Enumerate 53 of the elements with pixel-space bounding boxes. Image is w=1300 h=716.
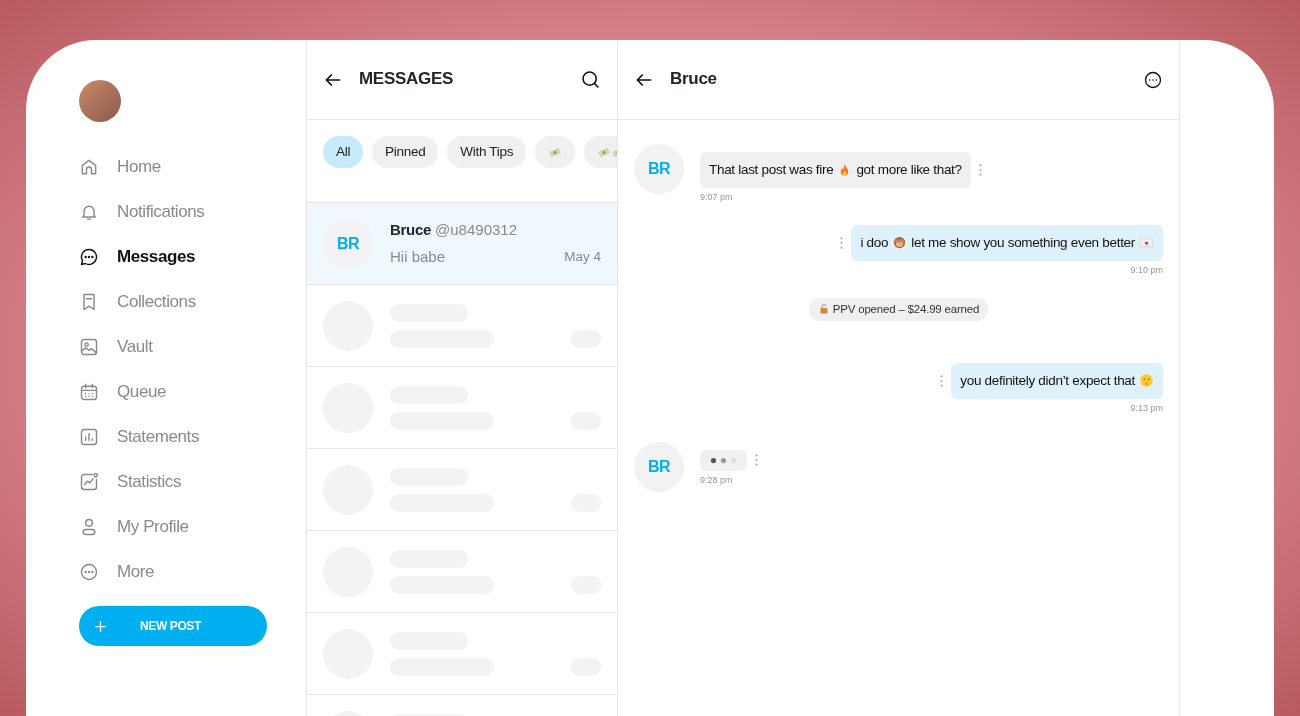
nav-item[interactable]: Collections <box>79 279 306 324</box>
nav-item[interactable]: Queue <box>79 369 306 414</box>
conversation-item[interactable]: BR Bruce @u8490312 Hii babe May 4 <box>307 203 617 285</box>
more-options-icon <box>978 164 982 177</box>
more-icon <box>79 561 99 582</box>
monkey-icon <box>892 235 908 251</box>
message-time: 9:10 pm <box>1130 264 1163 277</box>
panel-title: MESSAGES <box>359 69 454 90</box>
bar-chart-icon <box>79 426 99 447</box>
message-date: May 4 <box>564 247 601 266</box>
nav-item[interactable]: Notifications <box>79 189 306 234</box>
face-icon <box>1139 373 1154 389</box>
filter-chip[interactable] <box>535 136 576 168</box>
more-options-icon <box>840 236 844 249</box>
plus-icon <box>93 618 108 634</box>
chat-icon <box>79 246 99 267</box>
nav-item[interactable]: Statements <box>79 414 306 459</box>
more-options-icon <box>1143 69 1163 90</box>
envelope-icon <box>1139 235 1154 251</box>
message-text: i doo <box>860 233 889 252</box>
nav-item[interactable]: Vault <box>79 324 306 369</box>
trend-chart-icon <box>79 471 99 492</box>
filter-chip[interactable]: All <box>323 136 364 168</box>
new-post-button[interactable]: NEW POST <box>79 606 267 646</box>
message-text: PPV opened – $24.99 earned <box>832 301 980 317</box>
filter-chip[interactable]: With Tips <box>447 136 527 168</box>
search-icon <box>580 69 601 90</box>
image-icon <box>79 336 99 357</box>
message-text: got more like that? <box>856 161 962 179</box>
avatar-initials: BR <box>323 218 373 269</box>
nav-item[interactable]: More <box>79 549 306 594</box>
chat-title: Bruce <box>670 69 718 90</box>
more-options-icon <box>940 374 944 387</box>
message-text: you definitely didn’t expect that <box>960 371 1135 390</box>
message-time: 9:07 pm <box>700 191 734 205</box>
message-text: That last post was fire <box>709 161 834 179</box>
contact-name: Bruce <box>390 220 432 240</box>
nav-item[interactable]: Home <box>79 144 306 189</box>
typing-indicator <box>700 449 747 471</box>
more-options-icon <box>755 454 758 466</box>
avatar-initials: BR <box>634 144 684 194</box>
avatar-photo-placeholder[interactable] <box>79 80 121 122</box>
filter-chip[interactable]: Pinned <box>372 136 439 168</box>
message-preview: Hii babe <box>390 246 446 267</box>
message-time: 9:28 pm <box>700 473 734 487</box>
nav-item[interactable]: My Profile <box>79 504 306 549</box>
contact-handle: @u8490312 <box>435 220 517 240</box>
message-text: let me show you something even better <box>911 233 1135 252</box>
avatar-initials: BR <box>634 441 684 492</box>
calendar-icon <box>79 381 99 402</box>
message-time: 9:13 pm <box>1130 402 1163 415</box>
nav-item[interactable]: Statistics <box>79 459 306 504</box>
nav-item[interactable]: Messages <box>79 234 306 279</box>
